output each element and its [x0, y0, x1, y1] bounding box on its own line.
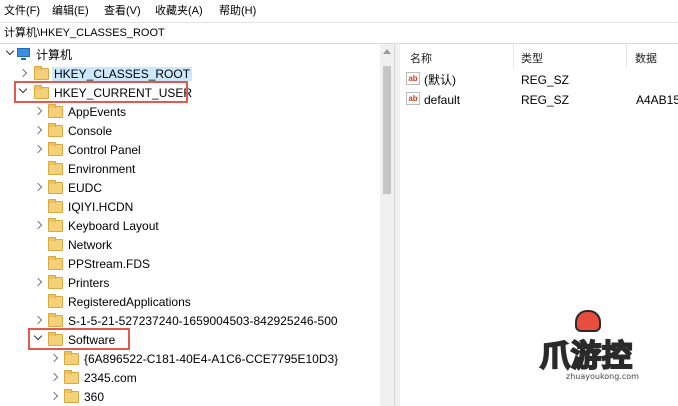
folder-icon: [64, 351, 79, 365]
list-header: 名称 类型 数据: [400, 44, 678, 68]
folder-icon: [48, 142, 63, 156]
value-type: REG_SZ: [521, 73, 570, 87]
column-header-type[interactable]: 类型: [521, 50, 543, 66]
tree-item-label: 2345.com: [84, 371, 137, 385]
tree-item-label: Keyboard Layout: [68, 219, 159, 233]
tree-item-label: Printers: [68, 276, 110, 290]
tree-item-label: HKEY_CLASSES_ROOT: [52, 67, 193, 81]
tree-item-eudc[interactable]: EUDC: [0, 178, 380, 197]
scroll-up-arrow-icon[interactable]: [383, 49, 391, 54]
chevron-right-icon[interactable]: [33, 106, 43, 116]
folder-icon: [48, 161, 63, 175]
highlight-box-software: [28, 328, 130, 350]
menu-help[interactable]: 帮助(H): [219, 5, 256, 17]
tree-item-label: AppEvents: [68, 105, 127, 119]
tree-item-label: {6A896522-C181-40E4-A1C6-CCE7795E10D3}: [84, 352, 339, 366]
tree-item-label: Environment: [68, 162, 136, 176]
chevron-right-icon[interactable]: [33, 315, 43, 325]
folder-icon: [64, 370, 79, 384]
menu-favorites[interactable]: 收藏夹(A): [155, 5, 203, 17]
list-item[interactable]: ab default REG_SZ A4AB15: [400, 89, 678, 109]
tree-item-guid[interactable]: {6A896522-C181-40E4-A1C6-CCE7795E10D3}: [0, 349, 380, 368]
watermark-logo: 爪游控: [539, 338, 633, 375]
tree-item-environment[interactable]: Environment: [0, 159, 380, 178]
menu-bar: 文件(F) 编辑(E) 查看(V) 收藏夹(A) 帮助(H): [0, 0, 678, 22]
tree-item-iqiyi-hcdn[interactable]: IQIYI.HCDN: [0, 197, 380, 216]
chevron-right-icon[interactable]: [33, 144, 43, 154]
tree-item-keyboard-layout[interactable]: Keyboard Layout: [0, 216, 380, 235]
chevron-right-icon[interactable]: [49, 353, 59, 363]
value-name: default: [424, 93, 461, 107]
folder-icon: [48, 104, 63, 118]
folder-icon: [48, 256, 63, 270]
chevron-right-icon[interactable]: [49, 372, 59, 382]
folder-icon: [48, 313, 63, 327]
folder-icon: [48, 180, 63, 194]
tree-item-label: EUDC: [68, 181, 103, 195]
tree-scrollbar[interactable]: [380, 44, 394, 406]
tree-item-network[interactable]: Network: [0, 235, 380, 254]
highlight-box-hkcu: [14, 81, 188, 103]
tree-item-appevents[interactable]: AppEvents: [0, 102, 380, 121]
tree-item-label: 360: [84, 390, 105, 404]
column-header-data[interactable]: 数据: [635, 50, 657, 66]
tree-item-label: S-1-5-21-527237240-1659004503-842925246-…: [68, 314, 338, 328]
tree-item-printers[interactable]: Printers: [0, 273, 380, 292]
values-list: 名称 类型 数据 ab (默认) REG_SZ ab default REG_S…: [400, 44, 678, 406]
value-data: A4AB15: [636, 93, 678, 107]
string-value-icon: ab: [406, 92, 420, 105]
tree-item-control-panel[interactable]: Control Panel: [0, 140, 380, 159]
column-header-name[interactable]: 名称: [410, 50, 432, 66]
tree-item-label: IQIYI.HCDN: [68, 200, 134, 214]
tree-item-360[interactable]: 360: [0, 387, 380, 406]
chevron-right-icon[interactable]: [33, 125, 43, 135]
tree-item-registered-applications[interactable]: RegisteredApplications: [0, 292, 380, 311]
chevron-right-icon[interactable]: [49, 391, 59, 401]
tree-item-label: Console: [68, 124, 113, 138]
address-path: 计算机\HKEY_CLASSES_ROOT: [4, 27, 165, 39]
chevron-right-icon[interactable]: [18, 68, 28, 78]
scroll-thumb[interactable]: [383, 66, 391, 194]
folder-icon: [48, 294, 63, 308]
value-name: (默认): [424, 73, 456, 87]
tree-item-label: 计算机: [36, 48, 73, 62]
tree-item-computer[interactable]: 计算机: [0, 45, 380, 64]
watermark-url: zhuayoukong.com: [566, 372, 639, 381]
menu-view[interactable]: 查看(V): [104, 5, 141, 17]
folder-icon: [34, 66, 49, 80]
folder-icon: [48, 237, 63, 251]
folder-icon: [48, 218, 63, 232]
folder-icon: [48, 123, 63, 137]
column-divider[interactable]: [513, 44, 514, 68]
menu-file[interactable]: 文件(F): [4, 5, 40, 17]
string-value-icon: ab: [406, 72, 420, 85]
chevron-right-icon[interactable]: [33, 182, 43, 192]
folder-icon: [48, 275, 63, 289]
column-divider[interactable]: [626, 44, 627, 68]
list-item[interactable]: ab (默认) REG_SZ: [400, 69, 678, 89]
tree-item-ppstream-fds[interactable]: PPStream.FDS: [0, 254, 380, 273]
folder-icon: [48, 199, 63, 213]
tree-item-label: RegisteredApplications: [68, 295, 191, 309]
address-bar[interactable]: 计算机\HKEY_CLASSES_ROOT: [0, 22, 678, 44]
tree-item-label: PPStream.FDS: [68, 257, 151, 271]
tree-item-label: Network: [68, 238, 113, 252]
menu-edit[interactable]: 编辑(E): [52, 5, 89, 17]
chevron-right-icon[interactable]: [33, 277, 43, 287]
tree-item-label: Control Panel: [68, 143, 141, 157]
chevron-down-icon[interactable]: [5, 46, 15, 56]
tree-item-console[interactable]: Console: [0, 121, 380, 140]
folder-icon: [64, 389, 79, 403]
computer-icon: [17, 48, 30, 60]
tree-item-2345[interactable]: 2345.com: [0, 368, 380, 387]
value-type: REG_SZ: [521, 93, 570, 107]
watermark-mascot-icon: [575, 310, 601, 332]
chevron-right-icon[interactable]: [33, 220, 43, 230]
